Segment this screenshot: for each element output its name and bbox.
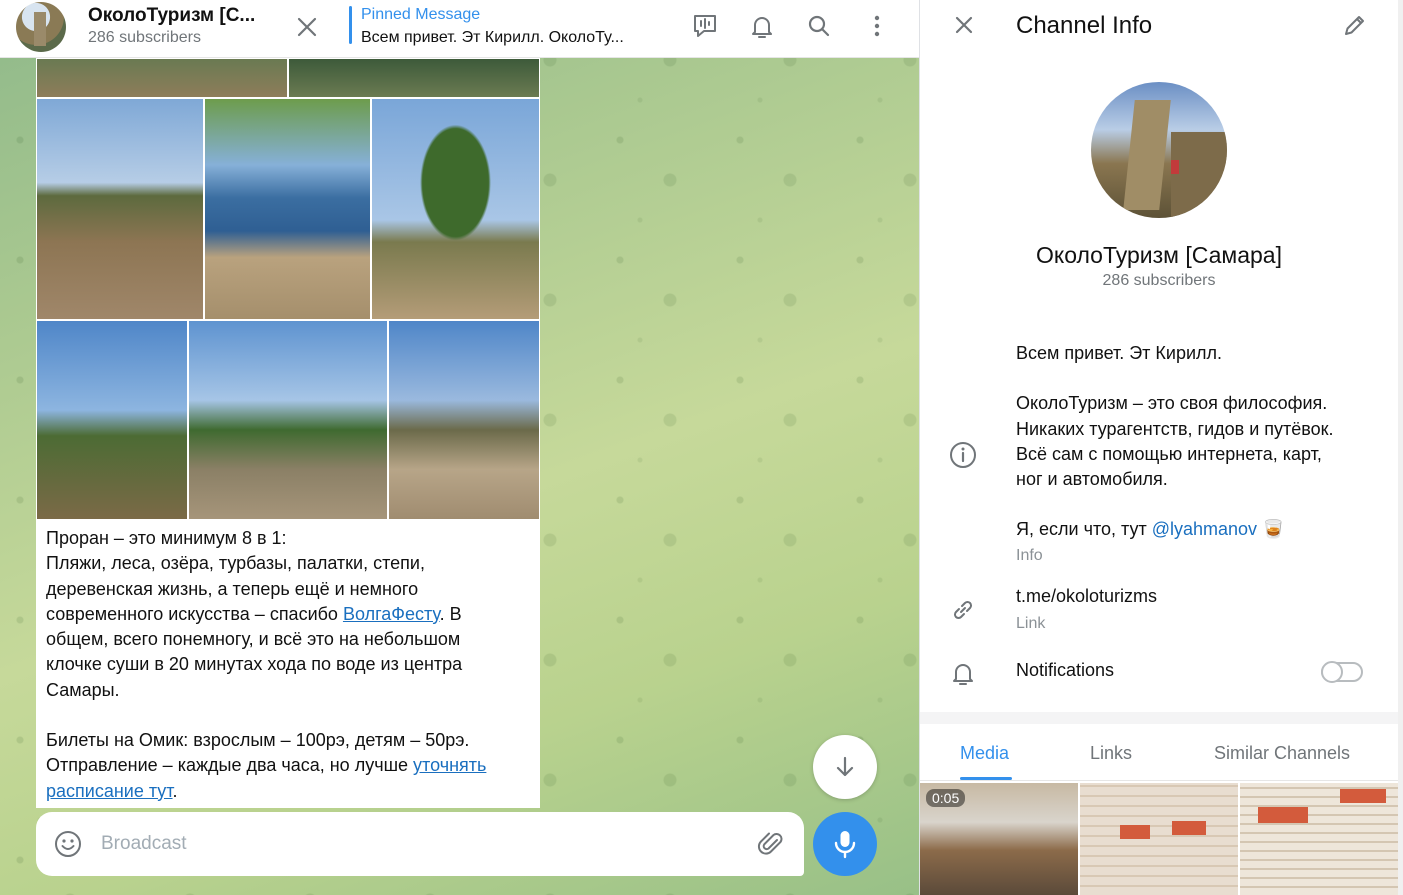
info-caption: Info bbox=[1016, 547, 1043, 564]
tab-similar-channels[interactable]: Similar Channels bbox=[1214, 743, 1350, 764]
channel-title[interactable]: ОколоТуризм [С... bbox=[88, 5, 255, 27]
channel-info-panel: Channel Info ОколоТуризм [Самара] 286 su… bbox=[919, 0, 1403, 895]
whisky-emoji: 🥃 bbox=[1262, 519, 1285, 540]
album-photo[interactable] bbox=[288, 58, 540, 98]
live-stream-icon[interactable] bbox=[690, 11, 720, 41]
arrow-down-icon bbox=[836, 756, 854, 777]
message-line: Проран – это минимум 8 в 1: bbox=[46, 528, 287, 548]
message-line: расписание тут. bbox=[46, 779, 526, 804]
description-line: Всем привет. Эт Кирилл. bbox=[1016, 343, 1223, 363]
description-line: Всё сам с помощью интернета, карт, bbox=[1016, 443, 1322, 464]
panel-title: Channel Info bbox=[1016, 12, 1153, 39]
emoji-icon[interactable] bbox=[53, 829, 83, 859]
message-line: деревенская жизнь, а теперь ещё и немног… bbox=[46, 578, 419, 599]
album-photo[interactable] bbox=[36, 320, 188, 520]
info-icon bbox=[950, 442, 976, 468]
channel-subscribers: 286 subscribers bbox=[88, 29, 201, 46]
message-bubble[interactable]: Проран – это минимум 8 в 1: Пляжи, леса,… bbox=[36, 58, 540, 808]
panel-scrollbar[interactable] bbox=[1398, 0, 1403, 895]
description-text-span: Я, если что, тут bbox=[1016, 519, 1152, 540]
message-line: Пляжи, леса, озёра, турбазы, палатки, ст… bbox=[46, 553, 425, 574]
message-text-span: Отправление – каждые два часа, но лучше bbox=[46, 755, 414, 776]
scroll-down-button[interactable] bbox=[813, 735, 877, 799]
media-photo-tile[interactable] bbox=[1240, 783, 1398, 895]
broadcast-input[interactable]: Broadcast bbox=[101, 833, 187, 855]
close-pinned-icon[interactable] bbox=[292, 12, 322, 42]
tab-links[interactable]: Links bbox=[1090, 743, 1132, 764]
message-line: клочке суши в 20 минутах хода по воде из… bbox=[46, 654, 463, 675]
chat-area: ОколоТуризм [С... 286 subscribers Pinned… bbox=[0, 0, 919, 895]
chat-header: ОколоТуризм [С... 286 subscribers Pinned… bbox=[0, 0, 919, 58]
tab-media[interactable]: Media bbox=[960, 743, 1009, 764]
channel-name: ОколоТуризм [Самара] bbox=[1036, 242, 1282, 268]
channel-avatar-large[interactable] bbox=[1091, 82, 1227, 218]
channel-description[interactable]: Всем привет. Эт Кирилл. ОколоТуризм – эт… bbox=[1016, 341, 1386, 543]
album-photo[interactable] bbox=[371, 98, 540, 320]
album-photo[interactable] bbox=[36, 98, 204, 320]
media-photo-tile[interactable] bbox=[1080, 783, 1238, 895]
message-text: Проран – это минимум 8 в 1: Пляжи, леса,… bbox=[46, 526, 526, 804]
message-text-span: . В bbox=[439, 603, 462, 624]
message-line: Отправление – каждые два часа, но лучше … bbox=[46, 753, 526, 778]
notifications-toggle[interactable] bbox=[1321, 661, 1363, 683]
attach-icon[interactable] bbox=[756, 829, 786, 859]
album-photo[interactable] bbox=[204, 98, 371, 320]
microphone-icon bbox=[834, 831, 856, 859]
section-divider bbox=[920, 712, 1398, 724]
message-line: современного искусства – спасибо ВолгаФе… bbox=[46, 602, 526, 627]
pinned-text[interactable]: Всем привет. Эт Кирилл. ОколоТу... bbox=[361, 29, 624, 47]
channel-avatar[interactable] bbox=[16, 2, 66, 52]
message-line: общем, всего понемногу, и всё это на неб… bbox=[46, 629, 461, 650]
search-icon[interactable] bbox=[804, 11, 834, 41]
username-link[interactable]: @lyahmanov bbox=[1152, 519, 1257, 539]
schedule-link[interactable]: уточнять bbox=[413, 755, 486, 775]
message-line: Самары. bbox=[46, 679, 120, 700]
edit-pencil-icon[interactable] bbox=[1340, 10, 1370, 40]
message-line: Билеты на Омик: взрослым – 100рэ, детям … bbox=[46, 730, 470, 751]
description-line: ОколоТуризм – это своя философия. bbox=[1016, 393, 1328, 414]
notifications-label[interactable]: Notifications bbox=[1016, 660, 1114, 681]
description-line: Никаких турагентств, гидов и путёвок. bbox=[1016, 418, 1334, 439]
message-text-span: современного искусства – спасибо bbox=[46, 603, 343, 624]
album-photo[interactable] bbox=[36, 58, 288, 98]
link-icon bbox=[953, 600, 973, 620]
tabs-divider bbox=[920, 780, 1398, 781]
channel-subscribers: 286 subscribers bbox=[1102, 272, 1216, 289]
media-video-tile[interactable]: 0:05 bbox=[920, 783, 1078, 895]
pinned-indicator bbox=[349, 6, 352, 44]
video-duration: 0:05 bbox=[926, 789, 966, 807]
message-composer[interactable]: Broadcast bbox=[36, 812, 804, 876]
more-icon[interactable] bbox=[862, 11, 892, 41]
album-photo[interactable] bbox=[388, 320, 540, 520]
channel-link[interactable]: t.me/okoloturizms bbox=[1016, 586, 1157, 607]
volgafest-link[interactable]: ВолгаФесту bbox=[343, 604, 440, 624]
schedule-link[interactable]: расписание тут bbox=[46, 781, 173, 801]
bell-icon[interactable] bbox=[747, 11, 777, 41]
message-text-span: . bbox=[172, 780, 178, 801]
album-photo[interactable] bbox=[188, 320, 388, 520]
description-line: Я, если что, тут @lyahmanov 🥃 bbox=[1016, 517, 1386, 542]
pinned-label[interactable]: Pinned Message bbox=[361, 6, 480, 24]
bell-icon bbox=[953, 664, 973, 685]
link-caption: Link bbox=[1016, 615, 1046, 632]
voice-record-button[interactable] bbox=[813, 812, 877, 876]
description-line: ног и автомобиля. bbox=[1016, 469, 1168, 490]
close-icon[interactable] bbox=[949, 10, 979, 40]
